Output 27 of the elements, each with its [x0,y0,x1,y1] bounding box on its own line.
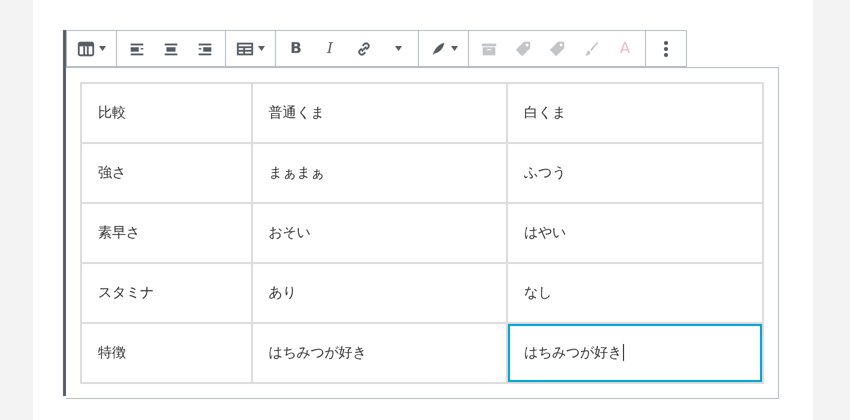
table-icon [77,40,95,58]
caret-icon [394,46,402,51]
table-cell[interactable]: まぁまぁ [252,143,507,203]
caret-icon [99,46,106,51]
table-cell[interactable]: はちみつが好き [506,323,763,383]
table-cell[interactable]: 特徴 [81,323,252,383]
table-cell[interactable]: 比較 [81,83,252,143]
table-cell[interactable]: あり [252,263,507,323]
table-cell[interactable]: 普通くま [252,83,507,143]
italic-button[interactable]: I [313,30,347,66]
bold-button[interactable]: B [279,30,313,66]
table-cell[interactable]: ふつう [506,143,763,203]
table-cell[interactable]: 素早さ [81,203,252,263]
table-row-icon [236,40,254,58]
table-cell[interactable]: 白くま [506,83,763,143]
table-cell[interactable]: はやい [506,203,763,263]
table-cell[interactable]: はちみつが好き [252,323,507,383]
caret-icon [451,46,458,51]
tag-icon [548,40,566,58]
caret-icon [258,46,265,51]
table-cell[interactable]: なし [506,263,763,323]
table-cell[interactable]: おそい [252,203,507,263]
tag-icon [514,40,532,58]
table-cell[interactable]: スタミナ [81,263,252,323]
table-cell[interactable]: 強さ [81,143,252,203]
brush-icon [582,40,600,58]
more-icon [664,40,668,56]
